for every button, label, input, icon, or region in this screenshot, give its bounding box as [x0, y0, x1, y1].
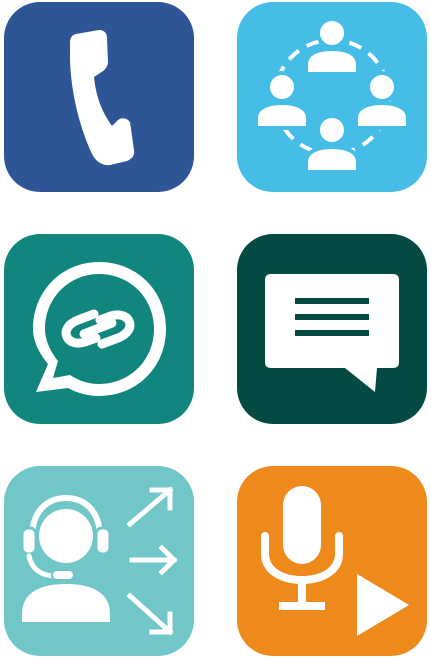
chat-link-tile[interactable]: [4, 234, 194, 424]
voice-playback-tile[interactable]: [237, 466, 427, 656]
headset-agent-arrows-icon: [4, 466, 194, 656]
people-network-icon: [237, 2, 427, 192]
phone-call-tile[interactable]: [4, 2, 194, 192]
message-lines-icon: [237, 234, 427, 424]
phone-handset-icon: [4, 2, 194, 192]
text-message-tile[interactable]: [237, 234, 427, 424]
call-distribution-tile[interactable]: [4, 466, 194, 656]
microphone-play-icon: [237, 466, 427, 656]
chat-link-icon: [4, 234, 194, 424]
group-network-tile[interactable]: [237, 2, 427, 192]
